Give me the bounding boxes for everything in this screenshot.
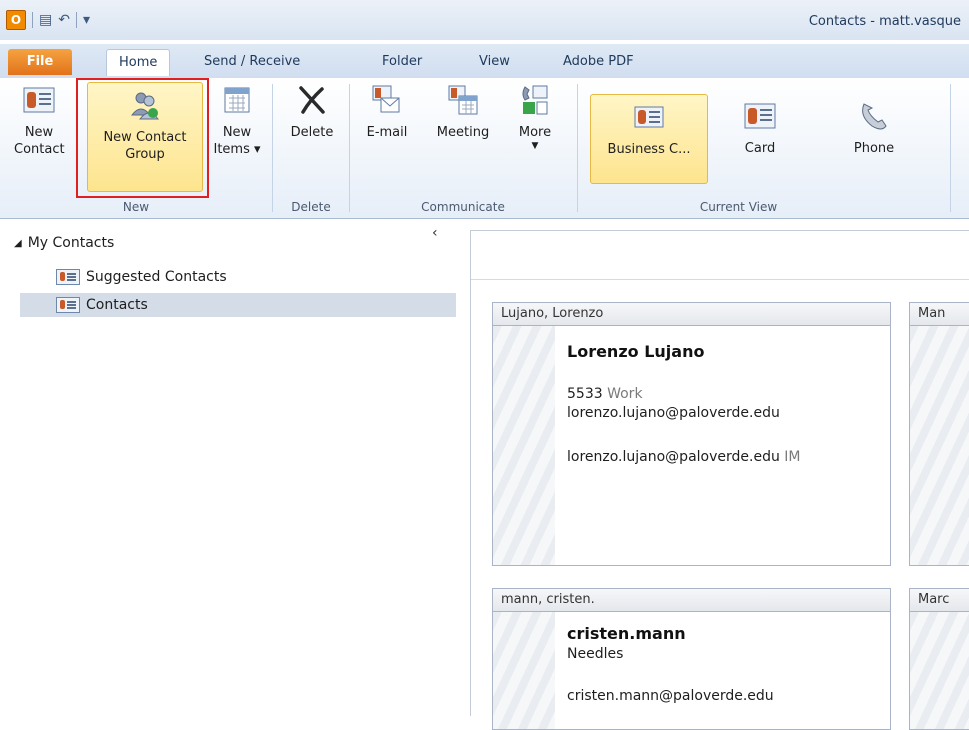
card-body: cristen.mann Needles cristen.mann@palove… (493, 612, 890, 729)
email-icon (372, 85, 400, 113)
card-header: Man (910, 303, 969, 326)
contact-group-icon (130, 92, 160, 120)
outlook-app-icon[interactable]: O (6, 10, 26, 30)
nav-root-my-contacts[interactable]: ◢ My Contacts (14, 235, 114, 251)
email-label: E-mail (366, 125, 408, 140)
view-business-card-button[interactable]: Business C... (590, 94, 708, 184)
business-card-label: Business C... (607, 142, 691, 157)
group-communicate: E-mail Meeting More ▼ Communicate (350, 78, 576, 218)
quick-access-toolbar: O ▤ ↶ ▾ (6, 10, 90, 30)
card-header: Lujano, Lorenzo (493, 303, 890, 326)
qat-separator (75, 12, 77, 28)
contact-card-icon (23, 87, 55, 113)
nav-root-label: My Contacts (27, 235, 115, 251)
contact-card-partial[interactable]: Marc (909, 588, 969, 730)
contacts-folder-icon (56, 269, 80, 285)
nav-item-label: Suggested Contacts (86, 269, 227, 285)
card-header: Marc (910, 589, 969, 612)
contact-company: Needles (567, 646, 624, 662)
undo-icon[interactable]: ↶ (58, 12, 70, 28)
contact-name: cristen.mann (567, 624, 686, 643)
new-items-button[interactable]: New Items ▾ (212, 84, 262, 158)
contacts-folder-icon (56, 297, 80, 313)
email-button[interactable]: E-mail (358, 84, 416, 141)
card-stripe-decoration (493, 326, 555, 565)
contact-phone-type: Work (607, 386, 643, 402)
tab-view[interactable]: View (467, 49, 522, 75)
contact-card[interactable]: mann, cristen. cristen.mann Needles cris… (492, 588, 891, 730)
business-card-icon (634, 106, 664, 128)
contact-card[interactable]: Lujano, Lorenzo Lorenzo Lujano 5533 Work… (492, 302, 891, 566)
group-current-view: Business C... Card Phone Current View (578, 78, 969, 218)
card-view-icon (744, 103, 776, 129)
window-title: Contacts - matt.vasque (808, 14, 961, 29)
card-body (910, 326, 969, 565)
more-button[interactable]: More ▼ (510, 84, 560, 151)
more-communicate-icon (522, 85, 548, 115)
nav-item-suggested-contacts[interactable]: Suggested Contacts (56, 266, 227, 288)
title-bar: O ▤ ↶ ▾ Contacts - matt.vasque (0, 0, 969, 40)
contact-phone-line: 5533 Work (567, 386, 643, 402)
card-body (910, 612, 969, 729)
group-delete: Delete Delete (273, 78, 349, 218)
expand-triangle-icon[interactable]: ◢ (14, 238, 22, 249)
contact-im: lorenzo.lujano@paloverde.edu (567, 449, 780, 465)
customize-qat-icon[interactable]: ▾ (83, 12, 90, 28)
group-delete-label: Delete (291, 200, 331, 214)
nav-item-contacts[interactable]: Contacts (20, 293, 456, 317)
delete-label: Delete (290, 125, 334, 140)
phone-label: Phone (853, 141, 895, 156)
contact-card-partial[interactable]: Man (909, 302, 969, 566)
qat-separator (32, 12, 33, 28)
send-receive-icon[interactable]: ▤ (39, 12, 52, 28)
group-separator (950, 84, 951, 212)
chevron-down-icon: ▼ (531, 141, 539, 151)
tab-file[interactable]: File (8, 49, 72, 75)
view-phone-button[interactable]: Phone (844, 100, 904, 157)
meeting-icon (448, 85, 478, 115)
card-header: mann, cristen. (493, 589, 890, 612)
group-new-label: New (122, 200, 150, 214)
contact-email: cristen.mann@paloverde.edu (567, 688, 774, 704)
contact-im-line: lorenzo.lujano@paloverde.edu IM (567, 449, 801, 465)
phone-icon (862, 103, 887, 130)
delete-button[interactable]: Delete (287, 84, 337, 141)
card-label: Card (744, 141, 776, 156)
contact-name: Lorenzo Lujano (567, 342, 705, 361)
ribbon-tabs: File Home Send / Receive Folder View Ado… (0, 44, 969, 78)
contact-email: lorenzo.lujano@paloverde.edu (567, 405, 780, 421)
card-body: Lorenzo Lujano 5533 Work lorenzo.lujano@… (493, 326, 890, 565)
card-stripe-decoration (910, 326, 969, 565)
contact-im-label: IM (784, 449, 801, 465)
card-stripe-decoration (493, 612, 555, 729)
contacts-view: Lujano, Lorenzo Lorenzo Lujano 5533 Work… (470, 230, 969, 730)
group-communicate-label: Communicate (421, 200, 505, 214)
group-current-view-label: Current View (699, 200, 778, 214)
collapse-pane-icon[interactable]: ‹ (432, 225, 438, 241)
new-items-label: New Items ▾ (213, 125, 261, 157)
delete-x-icon (299, 86, 325, 114)
tab-home[interactable]: Home (106, 49, 171, 76)
tab-folder[interactable]: Folder (370, 49, 434, 75)
view-card-button[interactable]: Card (730, 100, 790, 157)
calendar-items-icon (224, 87, 250, 113)
new-contact-label: New Contact (14, 125, 65, 157)
ribbon: New Contact New Contact Group New Items … (0, 78, 969, 219)
new-contact-group-label: New Contact Group (103, 130, 187, 162)
nav-item-label: Contacts (86, 297, 148, 313)
contact-phone: 5533 (567, 386, 603, 402)
new-contact-group-button[interactable]: New Contact Group (87, 82, 203, 192)
meeting-button[interactable]: Meeting (430, 84, 496, 141)
tab-send-receive[interactable]: Send / Receive (192, 49, 312, 75)
card-stripe-decoration (910, 612, 969, 729)
navigation-pane: ◢ My Contacts ‹ Suggested Contacts Conta… (0, 219, 466, 715)
more-label: More (518, 125, 552, 140)
new-contact-button[interactable]: New Contact (14, 84, 65, 158)
tab-adobe-pdf[interactable]: Adobe PDF (551, 49, 646, 75)
meeting-label: Meeting (436, 125, 490, 140)
search-strip[interactable] (471, 231, 969, 280)
group-new: New Contact New Contact Group New Items … (0, 78, 272, 218)
